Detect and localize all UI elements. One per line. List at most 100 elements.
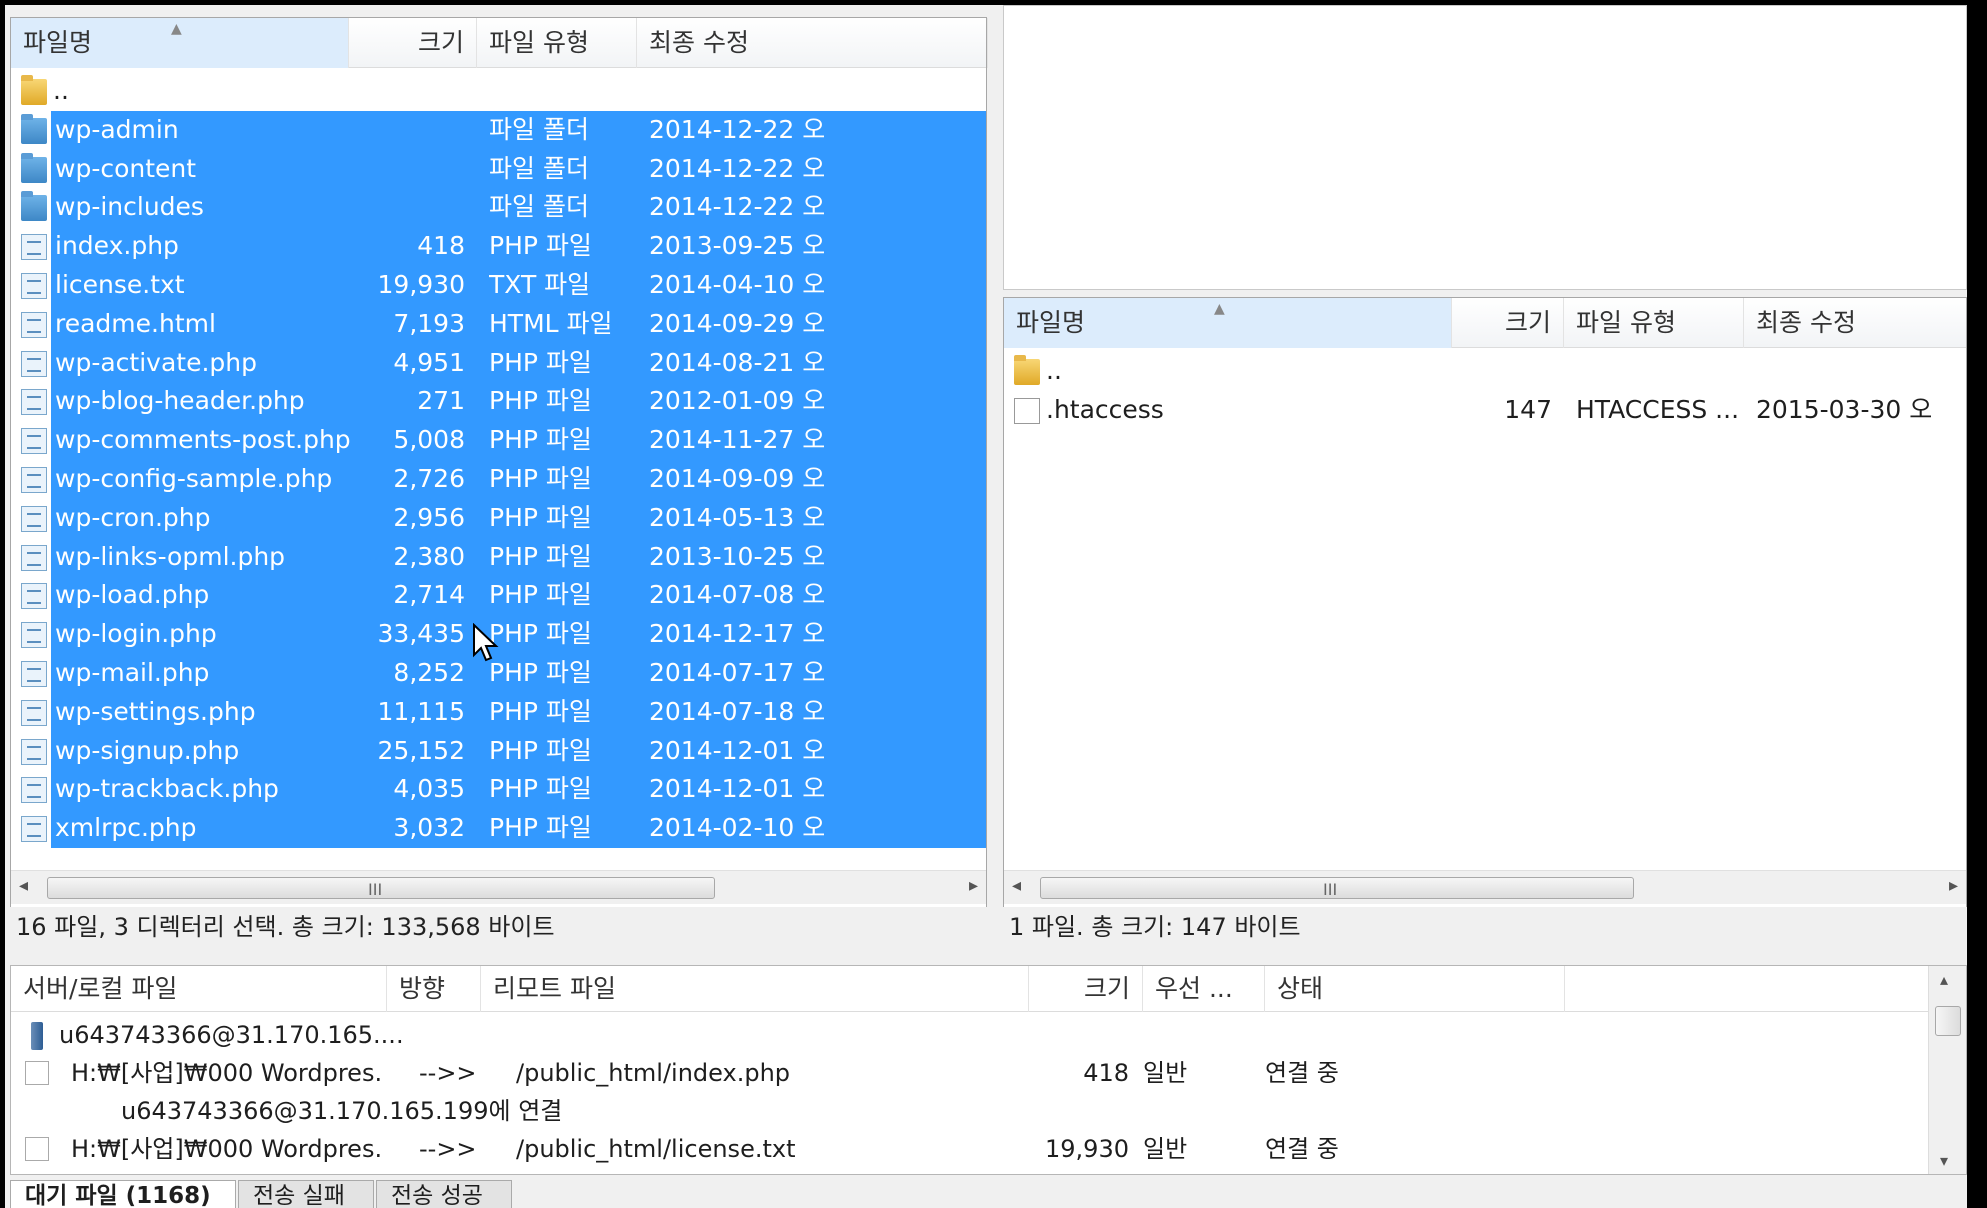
file-icon: [21, 272, 47, 299]
column-direction[interactable]: 방향: [387, 966, 481, 1012]
queue-server-row[interactable]: u643743366@31.170.165....: [11, 1016, 1926, 1054]
list-item[interactable]: xmlrpc.php 3,032 PHP 파일 2014-02-10 오: [11, 809, 986, 848]
status: 연결 중: [1265, 1135, 1339, 1163]
column-status[interactable]: 상태: [1265, 966, 1565, 1012]
folder-icon: [21, 113, 47, 144]
transfer-queue[interactable]: 서버/로컬 파일 방향 리모트 파일 크기 우선 ... 상태 u6437433…: [10, 965, 1967, 1175]
scroll-left-icon[interactable]: ◂: [1012, 875, 1021, 896]
file-modified: 2014-09-29 오: [649, 308, 826, 338]
file-modified: 2014-12-22 오: [649, 192, 826, 222]
column-name[interactable]: 파일명: [1004, 298, 1452, 348]
column-priority[interactable]: 우선 ...: [1143, 966, 1265, 1012]
file-name: wp-config-sample.php: [55, 463, 333, 493]
list-item[interactable]: readme.html 7,193 HTML 파일 2014-09-29 오: [11, 304, 986, 344]
list-item[interactable]: wp-content 파일 폴더 2014-12-22 오: [11, 149, 986, 189]
file-size: 8,252: [393, 657, 465, 687]
list-item[interactable]: wp-links-opml.php 2,380 PHP 파일 2013-10-25 오: [11, 537, 986, 577]
local-file-list[interactable]: 파일명 ▲ 크기 파일 유형 최종 수정 .. wp-admin 파일 폴더 2014…: [10, 17, 988, 947]
file-name: wp-comments-post.php: [55, 425, 351, 455]
file-icon: [21, 699, 47, 726]
list-item[interactable]: wp-settings.php 11,115 PHP 파일 2014-07-18 오: [11, 692, 986, 732]
remote-file-list[interactable]: 파일명 ▲ 크기 파일 유형 최종 수정 .. .htaccess 147 HT…: [1003, 297, 1967, 947]
tab-queued-files[interactable]: 대기 파일 (1168): [10, 1180, 236, 1208]
file-type: PHP 파일: [489, 386, 592, 416]
column-type[interactable]: 파일 유형: [1564, 298, 1744, 348]
list-item-parent[interactable]: ..: [11, 72, 986, 111]
column-type[interactable]: 파일 유형: [477, 18, 637, 68]
list-item[interactable]: license.txt 19,930 TXT 파일 2014-04-10 오: [11, 265, 986, 305]
file-size: 2,956: [393, 502, 465, 532]
file-size: [349, 150, 465, 189]
queue-column-header: 서버/로컬 파일 방향 리모트 파일 크기 우선 ... 상태: [11, 966, 1966, 1012]
file-modified: 2014-04-10 오: [649, 269, 826, 299]
scroll-thumb[interactable]: III: [47, 877, 715, 899]
list-item[interactable]: wp-blog-header.php 271 PHP 파일 2012-01-09 오: [11, 382, 986, 422]
file-size: 7,193: [393, 308, 465, 338]
server-name: u643743366@31.170.165....: [59, 1021, 404, 1049]
scroll-right-icon[interactable]: ▸: [1949, 875, 1958, 896]
sort-up-icon: ▲: [1214, 301, 1225, 317]
queue-item[interactable]: H:₩[사업]₩000 Wordpres... -->> /public_htm…: [11, 1054, 1926, 1092]
remote-path: /public_html/license.txt: [516, 1135, 796, 1163]
scroll-left-icon[interactable]: ◂: [19, 875, 28, 896]
list-item[interactable]: wp-config-sample.php 2,726 PHP 파일 2014-09-0…: [11, 459, 986, 499]
list-item[interactable]: wp-cron.php 2,956 PHP 파일 2014-05-13 오: [11, 498, 986, 538]
list-item[interactable]: wp-admin 파일 폴더 2014-12-22 오: [11, 110, 986, 150]
list-item[interactable]: .htaccess 147 HTACCESS ... 2015-03-30 오: [1004, 391, 1966, 430]
file-size: 271: [417, 386, 465, 416]
list-item[interactable]: index.php 418 PHP 파일 2013-09-25 오: [11, 227, 986, 266]
file-icon: [21, 428, 47, 455]
tab-failed-transfers[interactable]: 전송 실패: [238, 1180, 374, 1208]
tab-successful-transfers[interactable]: 전송 성공: [376, 1180, 512, 1208]
scroll-thumb[interactable]: [1935, 1006, 1961, 1036]
scroll-down-icon[interactable]: ▾: [1940, 1151, 1948, 1170]
file-type: TXT 파일: [489, 269, 591, 299]
column-modified[interactable]: 최종 수정: [637, 18, 988, 68]
file-modified: 2014-11-27 오: [649, 425, 826, 455]
file-size: 2,714: [393, 580, 465, 610]
file-modified: 2014-05-13 오: [649, 502, 826, 532]
remote-directory-tree[interactable]: [1003, 5, 1967, 290]
scroll-right-icon[interactable]: ▸: [969, 875, 978, 896]
column-local-file[interactable]: 서버/로컬 파일: [11, 966, 387, 1012]
file-type: PHP 파일: [489, 813, 592, 843]
size: 19,930: [1045, 1135, 1129, 1163]
file-modified: 2013-09-25 오: [649, 231, 826, 261]
file-name: xmlrpc.php: [55, 813, 197, 843]
remote-horizontal-scrollbar[interactable]: ◂ III ▸: [1004, 870, 1966, 904]
file-type: PHP 파일: [489, 696, 592, 726]
file-name: index.php: [55, 231, 179, 261]
queue-item[interactable]: H:₩[사업]₩000 Wordpres... -->> /public_htm…: [11, 1130, 1926, 1168]
column-size[interactable]: 크기: [1452, 298, 1564, 348]
column-size[interactable]: 크기: [1029, 966, 1143, 1012]
list-item[interactable]: wp-signup.php 25,152 PHP 파일 2014-12-01 오: [11, 731, 986, 771]
queue-item-checkbox[interactable]: [25, 1061, 49, 1085]
local-horizontal-scrollbar[interactable]: ◂ III ▸: [11, 870, 986, 904]
direction: -->>: [419, 1135, 477, 1163]
file-type: PHP 파일: [489, 425, 592, 455]
file-name: wp-trackback.php: [55, 774, 279, 804]
file-type: PHP 파일: [489, 657, 592, 687]
queue-vertical-scrollbar[interactable]: ▴ ▾: [1928, 966, 1966, 1174]
file-type: PHP 파일: [489, 774, 592, 804]
list-item[interactable]: wp-includes 파일 폴더 2014-12-22 오: [11, 188, 986, 228]
scroll-thumb[interactable]: III: [1040, 877, 1634, 899]
column-modified[interactable]: 최종 수정: [1744, 298, 1967, 348]
list-item[interactable]: wp-activate.php 4,951 PHP 파일 2014-08-21 오: [11, 343, 986, 383]
column-size[interactable]: 크기: [349, 18, 477, 68]
column-remote-file[interactable]: 리모트 파일: [481, 966, 1029, 1012]
file-name: wp-load.php: [55, 580, 210, 610]
file-name: wp-login.php: [55, 619, 217, 649]
ftp-client-window: 파일명 ▲ 크기 파일 유형 최종 수정 .. wp-admin 파일 폴더 2014…: [5, 5, 1967, 1208]
scroll-up-icon[interactable]: ▴: [1940, 970, 1948, 989]
queue-item-checkbox[interactable]: [25, 1137, 49, 1161]
list-item[interactable]: wp-load.php 2,714 PHP 파일 2014-07-08 오: [11, 576, 986, 616]
file-name: .htaccess: [1046, 394, 1164, 424]
list-item[interactable]: wp-comments-post.php 5,008 PHP 파일 2014-11-2…: [11, 421, 986, 460]
list-item[interactable]: wp-trackback.php 4,035 PHP 파일 2014-12-01 오: [11, 770, 986, 810]
list-item-parent[interactable]: ..: [1004, 352, 1966, 391]
file-size: 5,008: [393, 425, 465, 455]
file-icon: [21, 660, 47, 687]
connect-message: u643743366@31.170.165.199에 연결: [121, 1097, 563, 1125]
file-name: wp-signup.php: [55, 735, 240, 765]
